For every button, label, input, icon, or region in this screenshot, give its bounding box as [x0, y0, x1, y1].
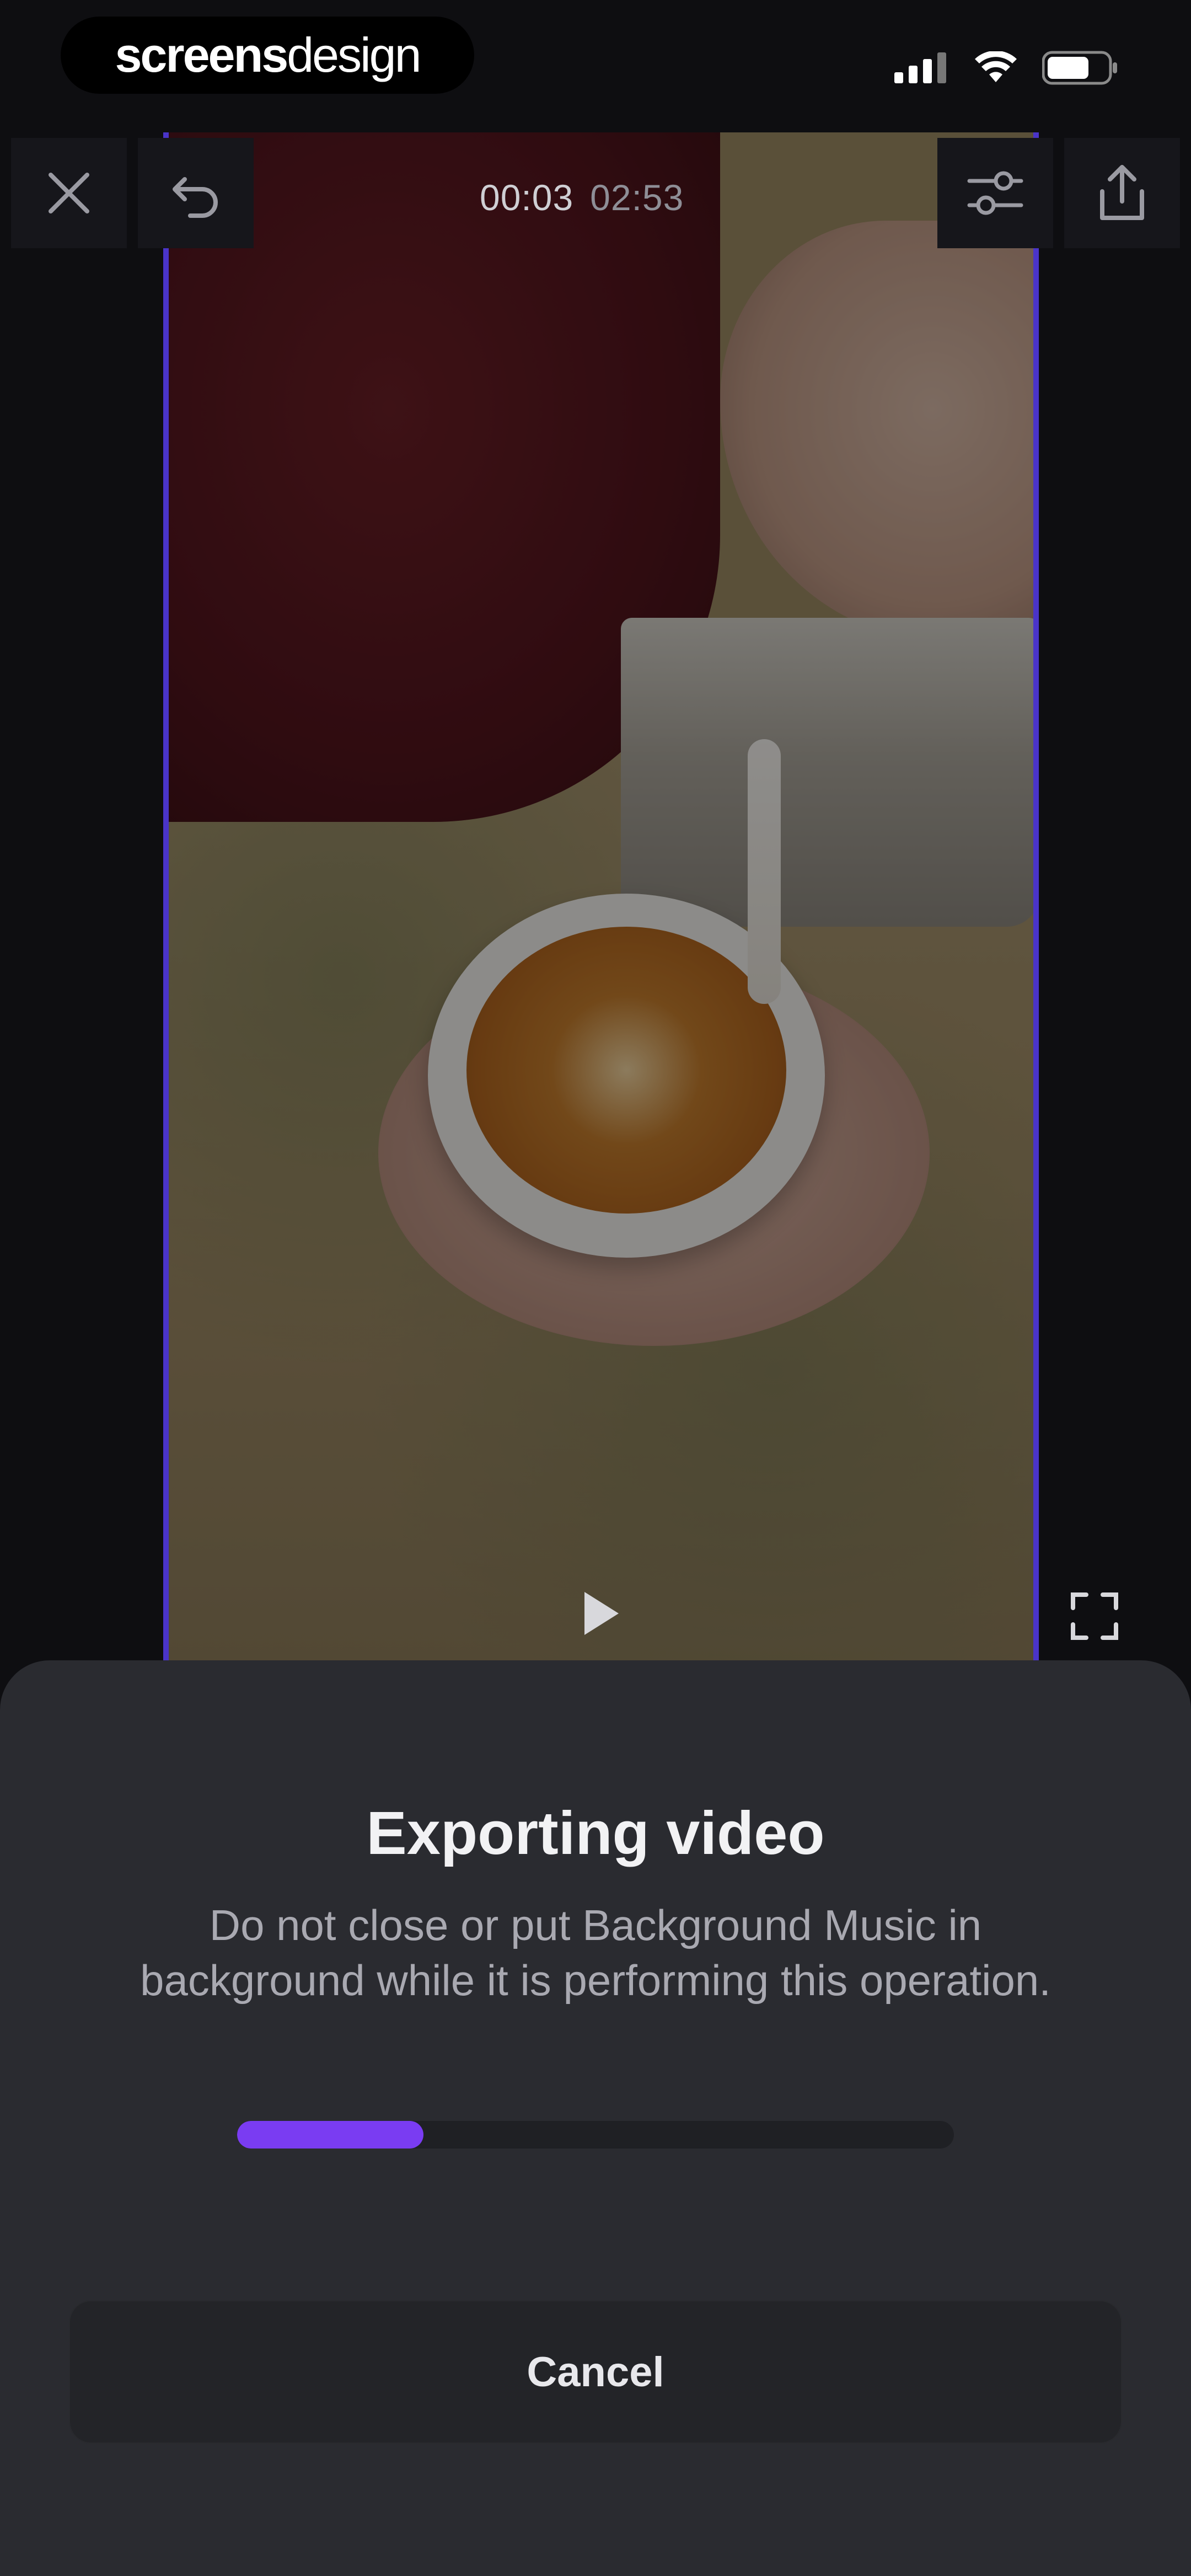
current-time: 00:03 — [480, 177, 574, 218]
share-icon — [1100, 165, 1144, 220]
share-button[interactable] — [1064, 138, 1180, 248]
sheet-description: Do not close or put Background Music in … — [140, 1901, 1051, 2005]
brand-bold-text: screens — [115, 28, 288, 82]
battery-icon — [1042, 51, 1117, 85]
undo-button[interactable] — [138, 138, 254, 248]
cancel-button[interactable]: Cancel — [69, 2300, 1122, 2444]
fullscreen-button[interactable] — [1070, 1591, 1119, 1641]
cellular-signal-icon — [894, 52, 946, 83]
play-button[interactable] — [579, 1589, 623, 1638]
status-icons — [894, 49, 1119, 87]
sheet-title: Exporting video — [366, 1799, 825, 1867]
export-progress-fill — [237, 2121, 423, 2149]
play-icon — [584, 1592, 619, 1635]
adjustments-icon — [967, 171, 1023, 215]
total-time: 02:53 — [590, 177, 684, 218]
video-preview[interactable] — [163, 132, 1039, 1666]
close-button[interactable] — [11, 138, 127, 248]
export-progress-bar — [237, 2121, 954, 2149]
close-icon — [49, 173, 89, 213]
export-sheet: Exporting video Do not close or put Back… — [0, 1660, 1191, 2576]
dim-overlay — [169, 132, 1033, 1666]
fullscreen-icon — [1071, 1592, 1118, 1640]
status-bar: screens design — [0, 0, 1191, 132]
wifi-icon — [975, 51, 1017, 82]
playback-time: 00:03 02:53 — [480, 177, 684, 218]
editor-toolbar: 00:03 02:53 — [0, 132, 1191, 254]
undo-icon — [173, 177, 218, 218]
screensdesign-logo: screens design — [61, 17, 474, 94]
adjustments-button[interactable] — [937, 138, 1053, 248]
brand-light-text: design — [287, 28, 421, 82]
